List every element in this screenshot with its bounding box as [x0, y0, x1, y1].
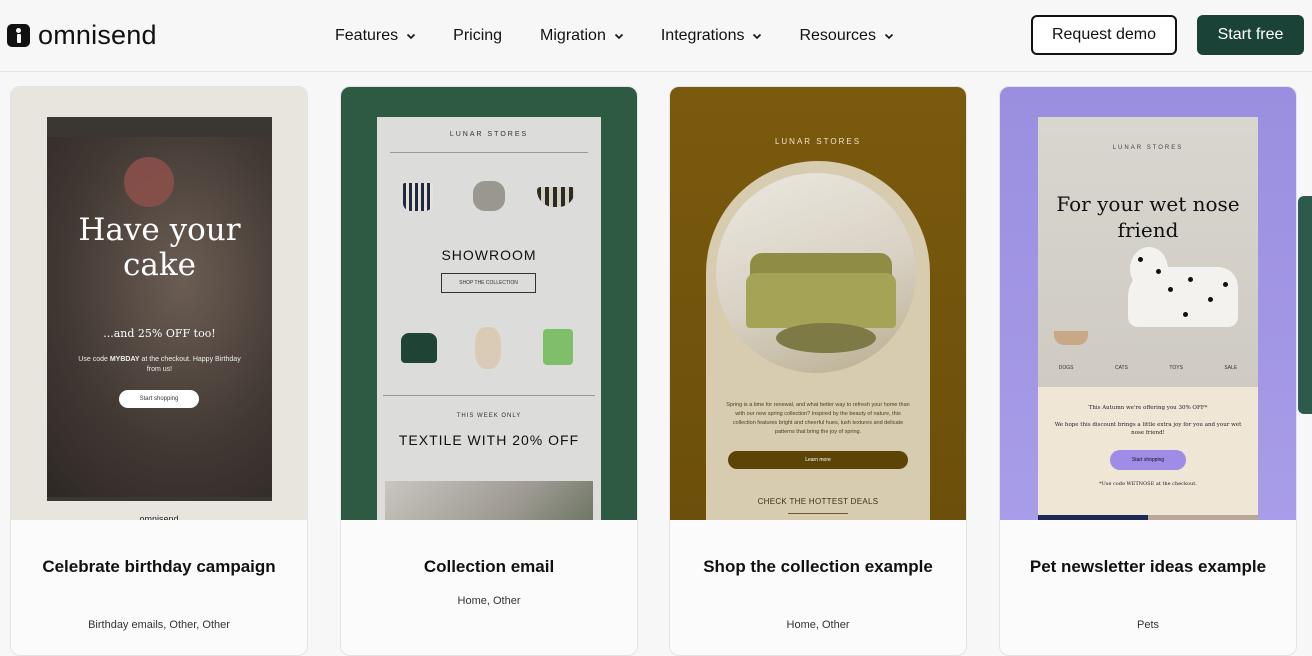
- preview-category: SALE: [1224, 365, 1238, 371]
- dog-spot: [1188, 277, 1193, 282]
- nav-pricing-label: Pricing: [453, 27, 503, 44]
- template-preview: LUNAR STORES Spring is a time for renewa…: [670, 87, 966, 520]
- dog-bowl-shape: [1054, 331, 1088, 345]
- balloon-shape: [124, 157, 174, 207]
- vase-image: [475, 327, 501, 369]
- preview-cta: Start shopping: [1110, 450, 1186, 470]
- sofa-shape: [746, 273, 896, 328]
- preview-category-nav: DOGS CATS TOYS SALE: [1038, 365, 1258, 371]
- preview-offer: TEXTILE WITH 20% OFF: [398, 432, 580, 448]
- nav-features[interactable]: Features: [335, 27, 416, 45]
- card-title: Pet newsletter ideas example: [1029, 557, 1267, 576]
- birthday-email-preview: Have your cake ...and 25% OFF too! Use c…: [47, 117, 272, 501]
- stool-image: [473, 181, 505, 211]
- bowl-image: [537, 187, 575, 207]
- nav-features-label: Features: [335, 27, 399, 44]
- side-feedback-tab[interactable]: [1298, 196, 1312, 414]
- nav-pricing[interactable]: Pricing: [453, 27, 502, 45]
- dog-spot: [1208, 297, 1213, 302]
- template-card-birthday[interactable]: Have your cake ...and 25% OFF too! Use c…: [10, 86, 308, 656]
- sofa-photo: [716, 173, 916, 373]
- request-demo-button[interactable]: Request demo: [1031, 15, 1177, 55]
- preview-headline: Have your cake: [78, 212, 241, 283]
- preview-brand: omnisend: [139, 514, 179, 520]
- preview-category: CATS: [1114, 365, 1128, 371]
- preview-copy: Spring is a time for renewal, and what b…: [726, 402, 910, 435]
- preview-brand: LUNAR STORES: [1112, 145, 1184, 151]
- preview-cta: Learn more: [728, 451, 908, 469]
- template-card-pet-newsletter[interactable]: LUNAR STORES For your wet nose friend DO…: [999, 86, 1297, 656]
- site-header: omnisend Features Pricing Migration Inte…: [0, 0, 1312, 72]
- omnisend-logo-icon: [7, 24, 30, 47]
- preview-category: DOGS: [1058, 365, 1074, 371]
- template-card-collection[interactable]: LUNAR STORES SHOWROOM SHOP THE COLLECTIO…: [340, 86, 638, 656]
- preview-headline: For your wet nose friend: [1056, 192, 1240, 242]
- preview-footer: CHECK THE HOTTEST DEALS: [757, 497, 879, 506]
- footer-strip: [1148, 515, 1258, 520]
- green-armchair-image: [401, 333, 437, 363]
- nav-migration-label: Migration: [540, 27, 606, 44]
- preview-brand: LUNAR STORES: [774, 137, 862, 146]
- chevron-down-icon: [614, 33, 623, 40]
- coffee-table-shape: [776, 323, 876, 353]
- chevron-down-icon: [884, 33, 894, 40]
- striped-cup-image: [403, 183, 433, 211]
- dog-spot: [1156, 269, 1161, 274]
- preview-code: *Use code WETNOSE at the checkout.: [1099, 481, 1197, 487]
- preview-heading: SHOWROOM: [441, 247, 537, 263]
- dog-photo: [1038, 117, 1258, 387]
- arch-frame: Spring is a time for renewal, and what b…: [706, 161, 930, 520]
- nav-resources-label: Resources: [799, 27, 876, 44]
- template-card-shop-collection[interactable]: LUNAR STORES Spring is a time for renewa…: [669, 86, 967, 656]
- preview-offer: This Autumn we're offering you 30% OFF*: [1088, 405, 1208, 411]
- chevron-down-icon: [407, 33, 416, 40]
- preview-kicker: THIS WEEK ONLY: [456, 413, 522, 419]
- card-tags: Pets: [1136, 619, 1159, 631]
- card-title: Shop the collection example: [703, 557, 933, 576]
- template-preview: LUNAR STORES SHOWROOM SHOP THE COLLECTIO…: [341, 87, 637, 520]
- preview-body: We hope this discount brings a little ex…: [1054, 422, 1242, 436]
- preview-subheadline: ...and 25% OFF too!: [103, 327, 216, 340]
- divider: [788, 513, 848, 514]
- preview-category: TOYS: [1169, 365, 1183, 371]
- omnisend-logo[interactable]: omnisend: [7, 20, 157, 51]
- kitchen-photo: [385, 481, 593, 520]
- nav-integrations[interactable]: Integrations: [661, 27, 763, 45]
- card-tags: Birthday emails, Other, Other: [88, 619, 230, 631]
- footer-strip: [1038, 515, 1148, 520]
- dog-spot: [1138, 257, 1143, 262]
- chevron-down-icon: [753, 33, 762, 40]
- dog-head-shape: [1130, 247, 1168, 291]
- nav-migration[interactable]: Migration: [540, 27, 624, 45]
- green-chair-image: [543, 329, 573, 365]
- card-tags: Home, Other: [457, 595, 521, 607]
- nav-integrations-label: Integrations: [660, 27, 745, 44]
- dog-spot: [1223, 282, 1228, 287]
- logo-text: omnisend: [38, 20, 157, 50]
- dog-spot: [1168, 287, 1173, 292]
- nav-resources[interactable]: Resources: [799, 27, 894, 45]
- pet-email-preview: LUNAR STORES For your wet nose friend DO…: [1038, 117, 1258, 520]
- card-title: Celebrate birthday campaign: [42, 557, 276, 576]
- card-title: Collection email: [423, 557, 555, 576]
- divider: [383, 395, 595, 396]
- main-nav: Features Pricing Migration Integrations …: [335, 22, 894, 50]
- template-preview: Have your cake ...and 25% OFF too! Use c…: [11, 87, 307, 520]
- divider: [390, 152, 588, 153]
- preview-body: Use code MYBDAY at the checkout. Happy B…: [78, 356, 241, 373]
- preview-cta: Start shopping: [119, 390, 199, 408]
- preview-brand: LUNAR STORES: [449, 131, 529, 138]
- collection-email-preview: LUNAR STORES SHOWROOM SHOP THE COLLECTIO…: [377, 117, 601, 520]
- card-tags: Home, Other: [786, 619, 850, 631]
- start-free-button[interactable]: Start free: [1197, 15, 1304, 55]
- preview-button: SHOP THE COLLECTION: [441, 273, 536, 293]
- dog-spot: [1183, 312, 1188, 317]
- template-preview: LUNAR STORES For your wet nose friend DO…: [1000, 87, 1296, 520]
